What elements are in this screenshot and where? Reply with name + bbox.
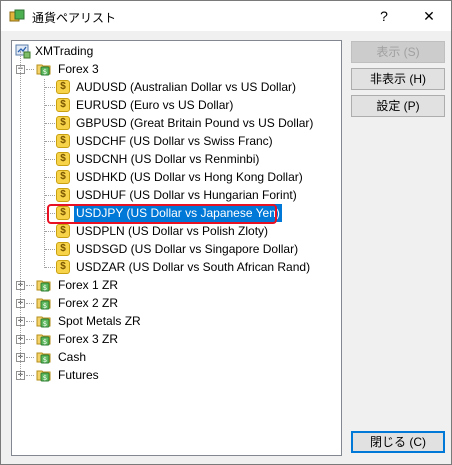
svg-text:$: $ <box>43 320 47 328</box>
svg-text:$: $ <box>43 302 47 310</box>
folder-icon: $ <box>36 350 52 364</box>
tree-connector <box>26 285 34 286</box>
symbol-label: USDHKD (US Dollar vs Hong Kong Dollar) <box>76 170 303 184</box>
tree-connector <box>26 303 34 304</box>
symbol-label: USDCNH (US Dollar vs Renminbi) <box>76 152 260 166</box>
currency-symbol-icon: $ <box>56 80 70 94</box>
svg-text:$: $ <box>43 284 47 292</box>
symbol-tree[interactable]: XMTrading − $ Forex 3 $ AUDUSD (Australia… <box>11 40 342 456</box>
symbol-label: USDHUF (US Dollar vs Hungarian Forint) <box>76 188 297 202</box>
group-label: Cash <box>58 350 87 364</box>
tree-connector <box>45 249 55 250</box>
group-label: Forex 2 ZR <box>58 296 119 310</box>
tree-connector <box>45 267 55 268</box>
folder-icon: $ <box>36 314 52 328</box>
currency-symbol-icon: $ <box>56 152 70 166</box>
folder-icon: $ <box>36 278 52 292</box>
tree-connector <box>45 123 55 124</box>
tree-connector <box>45 87 55 88</box>
tree-connector <box>26 375 34 376</box>
tree-connector <box>45 177 55 178</box>
group-label: Futures <box>58 368 99 382</box>
symbol-label: USDCHF (US Dollar vs Swiss Franc) <box>76 134 273 148</box>
tree-root-label: XMTrading <box>35 44 94 58</box>
tree-connector <box>26 69 34 70</box>
svg-text:$: $ <box>43 338 47 346</box>
currency-symbol-icon: $ <box>56 98 70 112</box>
selection-highlight <box>47 204 277 224</box>
tree-connector <box>45 105 55 106</box>
symbol-label: GBPUSD (Great Britain Pound vs US Dollar… <box>76 116 314 130</box>
tree-connector <box>26 339 34 340</box>
symbol-label: USDSGD (US Dollar vs Singapore Dollar) <box>76 242 299 256</box>
symbol-label: USDPLN (US Dollar vs Polish Zloty) <box>76 224 269 238</box>
close-window-button[interactable]: ✕ <box>407 1 451 31</box>
folder-open-icon: $ <box>36 62 52 76</box>
close-button[interactable]: 閉じる (C) <box>351 431 445 453</box>
tree-connector <box>26 357 34 358</box>
symbol-label: AUDUSD (Australian Dollar vs US Dollar) <box>76 80 297 94</box>
folder-icon: $ <box>36 332 52 346</box>
folder-icon: $ <box>36 296 52 310</box>
currency-symbol-icon: $ <box>56 224 70 238</box>
tree-connector <box>45 195 55 196</box>
folder-icon: $ <box>36 368 52 382</box>
tree-connector <box>26 321 34 322</box>
tree-connector <box>45 141 55 142</box>
symbol-label: USDZAR (US Dollar vs South African Rand) <box>76 260 311 274</box>
group-label: Spot Metals ZR <box>58 314 141 328</box>
group-label: Forex 1 ZR <box>58 278 119 292</box>
app-icon <box>9 9 25 22</box>
svg-text:$: $ <box>43 68 47 76</box>
settings-button[interactable]: 設定 (P) <box>351 95 445 117</box>
currency-symbol-icon: $ <box>56 242 70 256</box>
svg-text:$: $ <box>43 374 47 382</box>
currency-symbol-icon: $ <box>56 260 70 274</box>
show-button[interactable]: 表示 (S) <box>351 41 445 63</box>
title-bar: 通貨ペアリスト ? ✕ <box>1 1 451 31</box>
tree-connector <box>45 159 55 160</box>
currency-symbol-icon: $ <box>56 116 70 130</box>
server-icon <box>15 44 31 59</box>
symbols-dialog: 通貨ペアリスト ? ✕ XMTrading − $ Forex 3 $ AUDU… <box>0 0 452 465</box>
tree-connector <box>20 51 21 379</box>
help-button[interactable]: ? <box>362 1 406 31</box>
window-title: 通貨ペアリスト <box>32 11 117 25</box>
currency-symbol-icon: $ <box>56 170 70 184</box>
currency-symbol-icon: $ <box>56 188 70 202</box>
currency-symbol-icon: $ <box>56 134 70 148</box>
hide-button[interactable]: 非表示 (H) <box>351 68 445 90</box>
group-label-forex3: Forex 3 <box>58 62 99 76</box>
svg-text:$: $ <box>43 356 47 364</box>
tree-connector <box>44 79 45 268</box>
tree-connector <box>45 231 55 232</box>
group-label: Forex 3 ZR <box>58 332 119 346</box>
symbol-label: EURUSD (Euro vs US Dollar) <box>76 98 234 112</box>
